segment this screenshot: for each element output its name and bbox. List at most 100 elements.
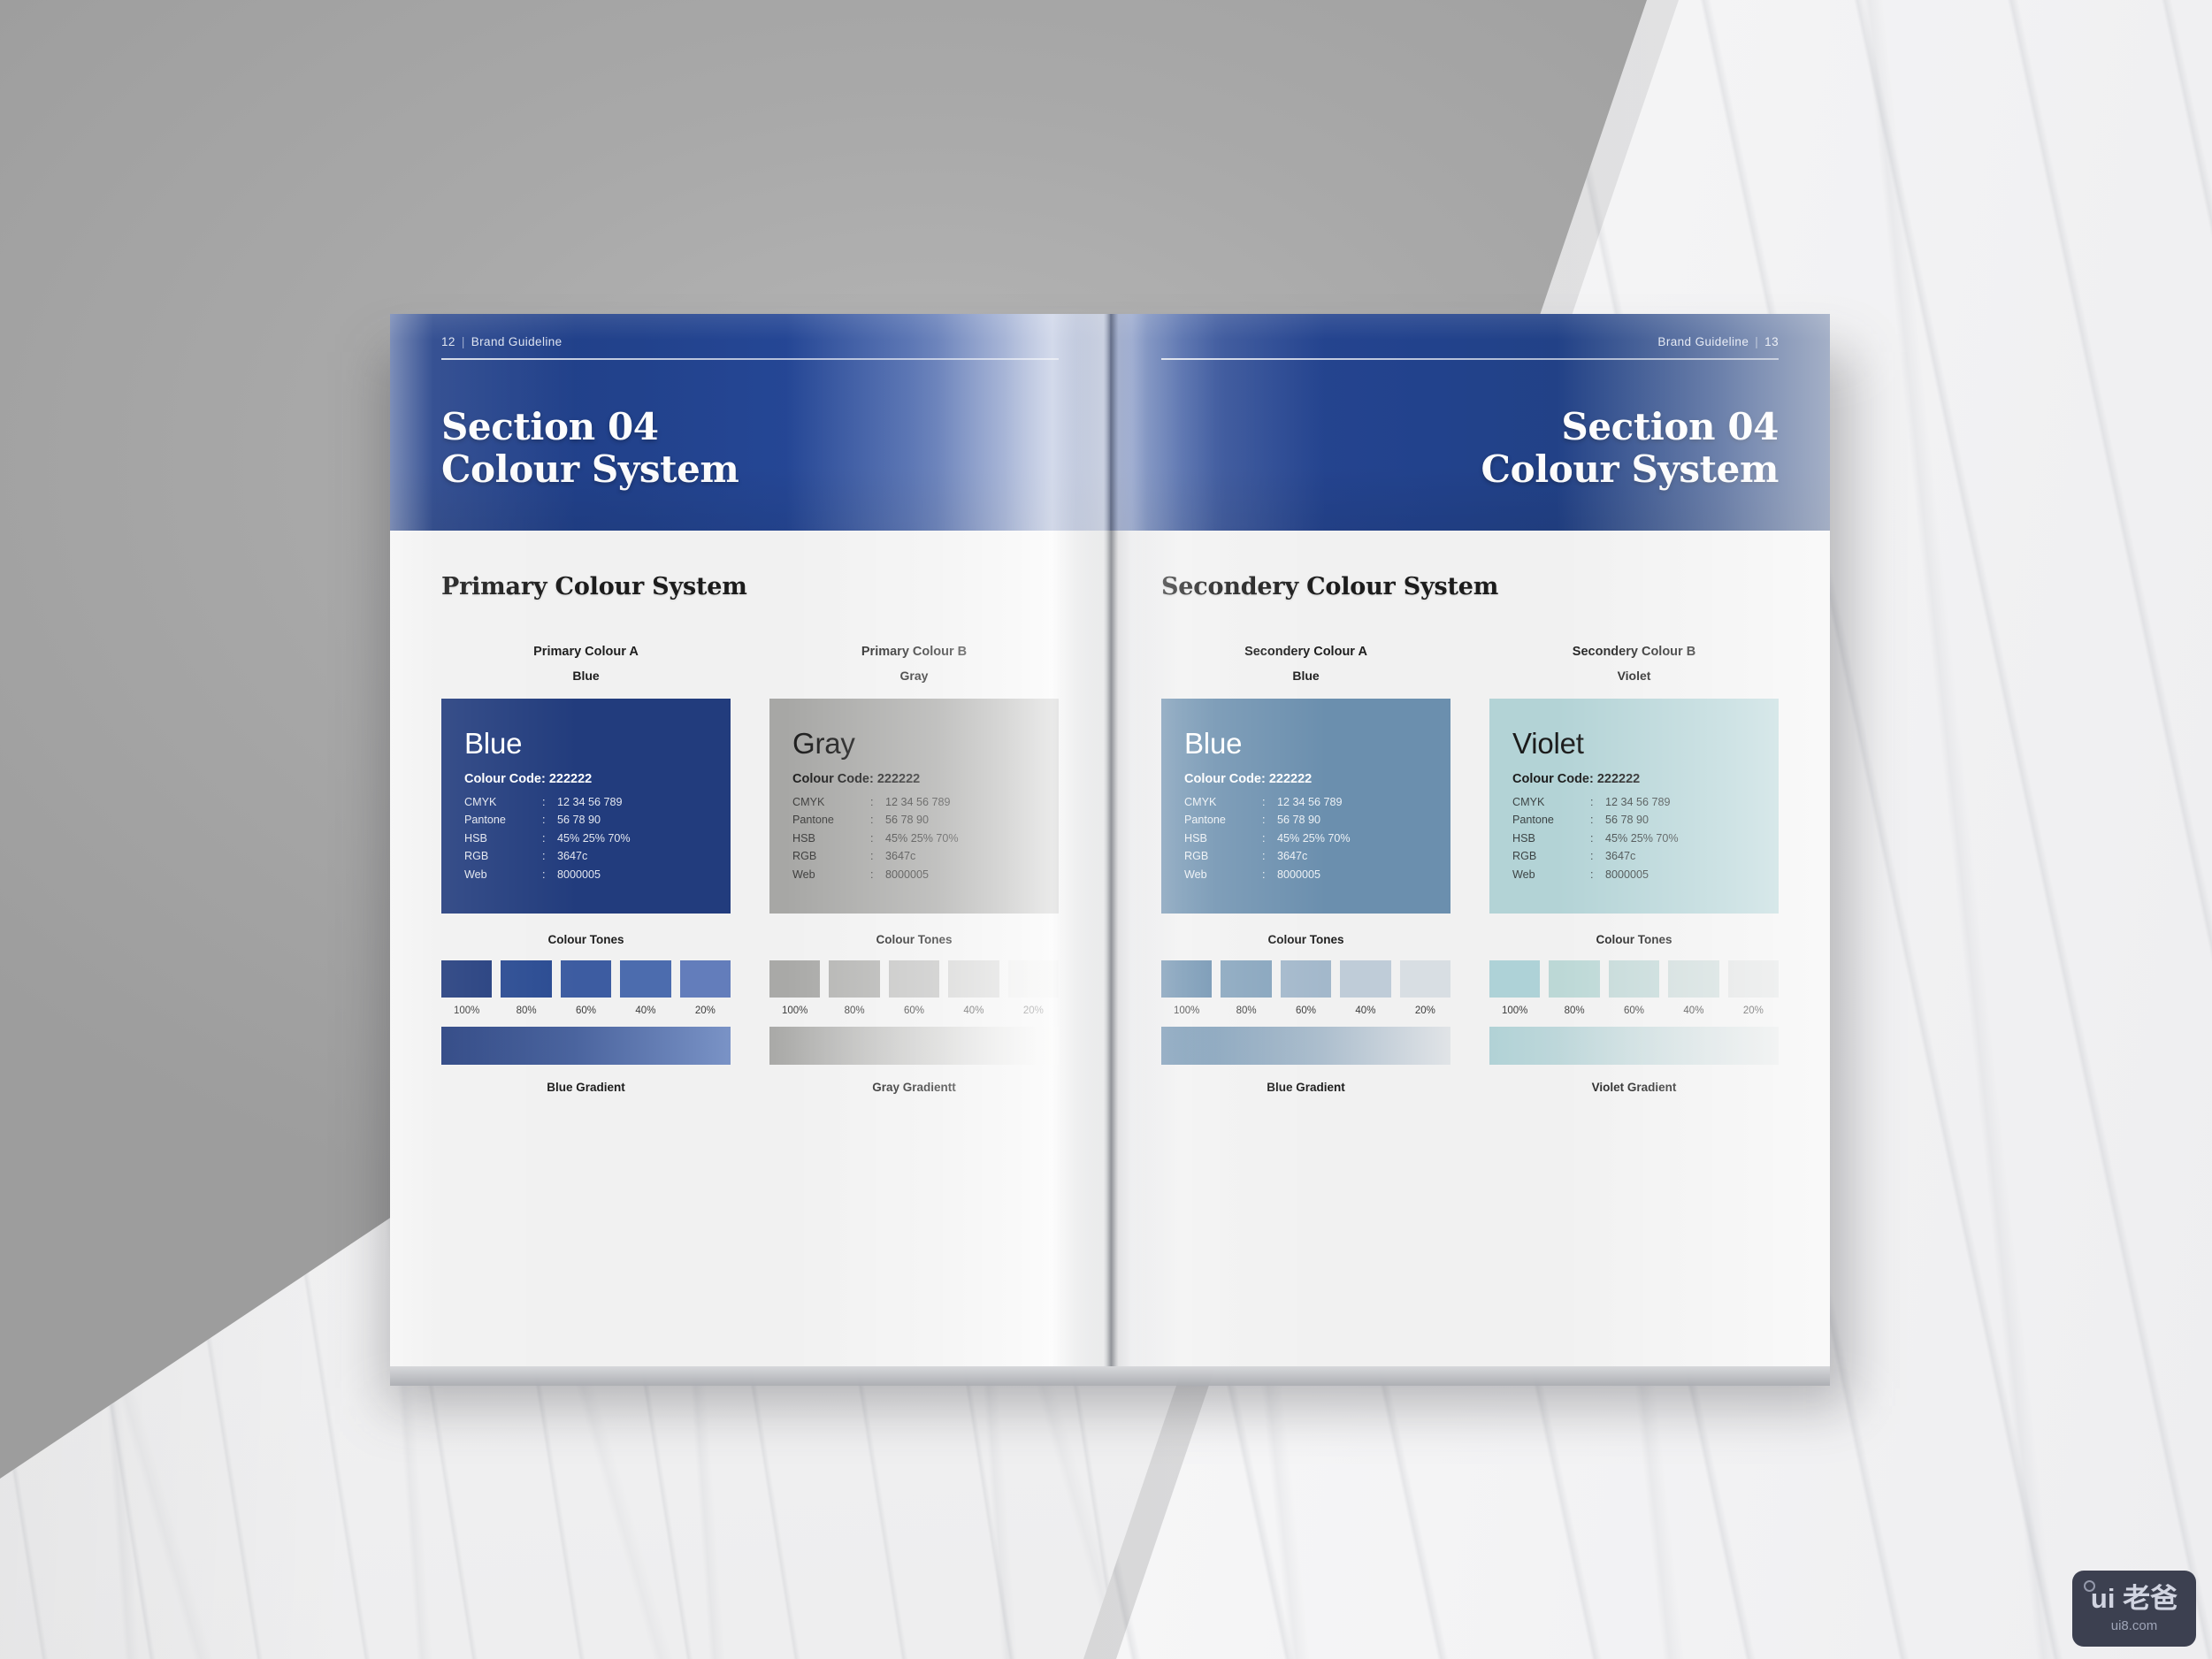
- colour-tone-percent: 20%: [694, 1005, 716, 1016]
- colour-column: Primary Colour A Blue Blue Colour Code: 222…: [441, 645, 731, 1094]
- colour-tone-chip: [1549, 960, 1600, 998]
- page-left-folio: 12 | Brand Guideline: [441, 335, 563, 348]
- swatch-spec-row: CMYK:12 34 56 789: [792, 793, 1036, 811]
- swatch-spec-value: 45% 25% 70%: [1605, 831, 1679, 845]
- colour-tone: 100%: [769, 960, 821, 1016]
- swatch-spec-separator: :: [542, 868, 546, 881]
- colour-tone-percent: 40%: [963, 1005, 984, 1016]
- swatch-spec-row: HSB:45% 25% 70%: [464, 830, 708, 847]
- colour-tones-row: 100% 80% 60% 40% 20%: [1161, 960, 1451, 1016]
- swatch-spec-row: RGB:3647c: [1512, 847, 1756, 865]
- swatch-spec-key: CMYK: [1512, 796, 1545, 808]
- swatch-spec-separator: :: [870, 831, 874, 845]
- swatch-spec-separator: :: [1590, 796, 1594, 808]
- watermark-dot-icon: [2084, 1580, 2095, 1592]
- swatch-spec-separator: :: [1590, 831, 1594, 845]
- colour-tone: 80%: [1549, 960, 1600, 1016]
- swatch-spec-key: Web: [1184, 868, 1207, 881]
- colour-tone-chip: [501, 960, 552, 998]
- swatch-spec-separator: :: [1262, 868, 1266, 881]
- swatch-spec-row: HSB:45% 25% 70%: [792, 830, 1036, 847]
- colour-tone: 20%: [1727, 960, 1780, 1016]
- colour-tone-percent: 80%: [1236, 1005, 1257, 1016]
- swatch-colour-name: Gray: [792, 727, 855, 760]
- swatch-spec-key: Web: [1512, 868, 1535, 881]
- colour-tone-chip: [1340, 960, 1391, 998]
- swatch-colour-code: Colour Code: 222222: [1184, 772, 1313, 786]
- swatch-colour-code: Colour Code: 222222: [1512, 772, 1641, 786]
- colour-tone-chip: [620, 960, 671, 998]
- colour-tone-chip: [560, 960, 612, 998]
- swatch-spec-value: 3647c: [1605, 850, 1636, 863]
- swatch-colour-name: Violet: [1512, 727, 1584, 760]
- colour-tone: 80%: [829, 960, 880, 1016]
- colour-caption-name: Violet: [1617, 669, 1651, 683]
- colour-swatch-card: Blue Colour Code: 222222 CMYK:12 34 56 789…: [1161, 699, 1450, 914]
- swatch-spec-separator: :: [1262, 850, 1266, 863]
- colour-tone: 20%: [1399, 960, 1451, 1016]
- colour-tone: 60%: [888, 960, 940, 1016]
- swatch-spec-value: 45% 25% 70%: [885, 831, 959, 845]
- swatch-spec-row: Web:8000005: [1184, 866, 1427, 883]
- swatch-spec-key: Web: [464, 868, 487, 881]
- colour-tone-percent: 80%: [516, 1005, 537, 1016]
- page-left-header-rule: [441, 358, 1059, 360]
- swatch-spec-separator: :: [1590, 868, 1594, 881]
- page-right: Brand Guideline | 13 Section 04 Colour Sys…: [1110, 314, 1830, 1366]
- colour-tone: 40%: [1340, 960, 1391, 1016]
- page-left-colour-columns: Primary Colour A Blue Blue Colour Code: 222…: [441, 645, 1060, 1094]
- colour-gradient-bar: [441, 1027, 731, 1065]
- colour-tone-percent: 60%: [904, 1005, 925, 1016]
- colour-tones-label: Colour Tones: [1267, 933, 1344, 946]
- colour-tone-percent: 20%: [1022, 1005, 1044, 1016]
- colour-gradient-label: Gray Gradientt: [872, 1081, 956, 1094]
- swatch-spec-value: 3647c: [885, 850, 916, 863]
- swatch-spec-row: Pantone:56 78 90: [1184, 811, 1427, 829]
- colour-caption-name: Blue: [1292, 669, 1320, 683]
- colour-tone-percent: 20%: [1414, 1005, 1435, 1016]
- colour-tone: 20%: [679, 960, 731, 1016]
- page-right-system-title: Secondery Colour System: [1161, 573, 1499, 600]
- folio-number: 13: [1764, 335, 1779, 348]
- swatch-spec-key: Pantone: [1184, 814, 1226, 827]
- page-left-section-title: Section 04 Colour System: [441, 404, 739, 492]
- colour-tone: 80%: [1221, 960, 1272, 1016]
- colour-gradient-bar: [769, 1027, 1059, 1065]
- page-right-body: Secondery Colour System Secondery Colour…: [1110, 531, 1830, 1366]
- swatch-spec-row: RGB:3647c: [792, 847, 1036, 865]
- swatch-spec-table: CMYK:12 34 56 789 Pantone:56 78 90 HSB:45%…: [1512, 793, 1756, 883]
- colour-gradient-label: Violet Gradient: [1591, 1081, 1677, 1094]
- swatch-spec-key: RGB: [1512, 850, 1537, 863]
- swatch-spec-key: Pantone: [464, 814, 506, 827]
- colour-tone-percent: 80%: [1564, 1005, 1585, 1016]
- colour-tone: 100%: [1489, 960, 1541, 1016]
- colour-tone-percent: 60%: [1296, 1005, 1317, 1016]
- colour-gradient-label: Blue Gradient: [547, 1081, 625, 1094]
- colour-gradient-bar: [1489, 1027, 1779, 1065]
- swatch-spec-key: Pantone: [792, 814, 834, 827]
- swatch-spec-row: CMYK:12 34 56 789: [464, 793, 708, 811]
- swatch-spec-key: CMYK: [464, 796, 497, 808]
- colour-tones-label: Colour Tones: [547, 933, 624, 946]
- swatch-spec-separator: :: [542, 814, 546, 827]
- colour-tone-percent: 60%: [1624, 1005, 1645, 1016]
- colour-tone-chip: [1489, 960, 1541, 998]
- swatch-spec-separator: :: [1590, 850, 1594, 863]
- swatch-spec-separator: :: [542, 796, 546, 808]
- page-left-system-title: Primary Colour System: [441, 573, 747, 600]
- swatch-spec-value: 56 78 90: [885, 814, 930, 827]
- swatch-spec-row: Pantone:56 78 90: [464, 811, 708, 829]
- swatch-spec-value: 3647c: [557, 850, 588, 863]
- swatch-spec-key: CMYK: [792, 796, 825, 808]
- colour-tone-chip: [1668, 960, 1719, 998]
- colour-tones-row: 100% 80% 60% 40% 20%: [441, 960, 731, 1016]
- swatch-spec-value: 8000005: [885, 868, 930, 881]
- colour-tone-chip: [769, 960, 821, 998]
- swatch-spec-separator: :: [1262, 814, 1266, 827]
- swatch-spec-row: RGB:3647c: [464, 847, 708, 865]
- swatch-colour-name: Blue: [464, 727, 523, 760]
- swatch-colour-code: Colour Code: 222222: [464, 772, 593, 786]
- swatch-spec-value: 45% 25% 70%: [557, 831, 631, 845]
- swatch-spec-value: 56 78 90: [1277, 814, 1321, 827]
- swatch-spec-separator: :: [1262, 831, 1266, 845]
